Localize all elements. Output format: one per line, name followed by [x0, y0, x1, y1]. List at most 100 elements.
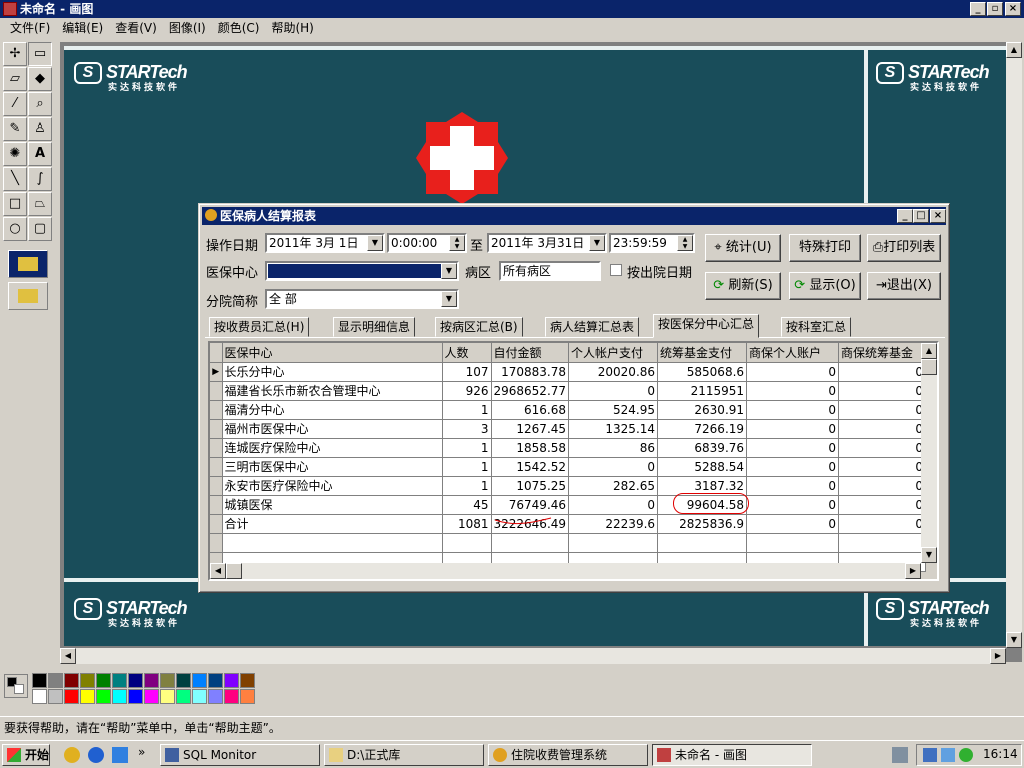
branch-select[interactable]: 全 部 ▼ — [265, 289, 459, 309]
table-cell[interactable]: 1081 — [442, 514, 492, 534]
table-cell[interactable]: 三明市医保中心 — [222, 457, 443, 477]
table-cell[interactable]: 3 — [442, 419, 492, 439]
color-swatch[interactable] — [192, 673, 207, 688]
grid-scroll-down-icon[interactable]: ▼ — [921, 547, 937, 563]
dialog-close-button[interactable]: × — [930, 209, 946, 223]
menu-edit[interactable]: 编辑(E) — [56, 19, 109, 36]
color-swatch[interactable] — [240, 673, 255, 688]
color-swatch[interactable] — [208, 689, 223, 704]
special-print-button[interactable]: 特殊打印 — [789, 234, 861, 262]
color-swatch[interactable] — [48, 689, 63, 704]
table-cell[interactable]: 0 — [838, 495, 927, 515]
table-cell[interactable]: 2825836.9 — [657, 514, 748, 534]
table-cell[interactable]: 福建省长乐市新农合管理中心 — [222, 381, 443, 401]
column-header[interactable]: 自付金额 — [491, 343, 570, 363]
close-button[interactable]: × — [1005, 2, 1021, 16]
table-cell[interactable]: 0 — [838, 476, 927, 496]
grid-scroll-left-icon[interactable]: ◀ — [210, 563, 226, 579]
table-cell[interactable]: 107 — [442, 362, 492, 382]
start-button[interactable]: 开始 — [2, 744, 50, 766]
menu-image[interactable]: 图像(I) — [163, 19, 212, 36]
table-cell[interactable]: 福清分中心 — [222, 400, 443, 420]
table-cell[interactable]: 0 — [838, 457, 927, 477]
column-header[interactable]: 商保统筹基金 — [838, 343, 927, 363]
row-indicator[interactable]: ▶ — [210, 362, 223, 382]
table-cell[interactable]: 1542.52 — [491, 457, 570, 477]
color-swatch[interactable] — [240, 689, 255, 704]
table-cell[interactable]: 0 — [746, 457, 840, 477]
row-indicator[interactable] — [210, 438, 223, 458]
color-swatch[interactable] — [208, 673, 223, 688]
table-cell[interactable]: 0 — [746, 419, 840, 439]
table-cell[interactable]: 1 — [442, 438, 492, 458]
table-cell[interactable]: 6839.76 — [657, 438, 748, 458]
summary-grid[interactable]: 医保中心 人数 自付金额 个人帐户支付 统筹基金支付 商保个人账户 商保统筹基金 ▶ 长乐分中… — [208, 341, 939, 581]
table-cell[interactable]: 0 — [838, 381, 927, 401]
taskbar-item-hospital-system[interactable]: 住院收费管理系统 — [488, 744, 648, 766]
transparent-mode-icon[interactable] — [8, 250, 48, 278]
table-cell[interactable]: 福州市医保中心 — [222, 419, 443, 439]
show-button[interactable]: ⟳ 显示(O) — [789, 272, 861, 300]
table-row[interactable]: 合计 1081 3222646.49 22239.6 2825836.9 0 0 — [210, 514, 927, 534]
date-to-picker[interactable]: 2011年 3月31日 ▼ — [487, 233, 607, 253]
row-indicator[interactable] — [210, 381, 223, 401]
grid-vscroll-track[interactable] — [921, 359, 937, 563]
color-swatch[interactable] — [80, 673, 95, 688]
free-select-icon[interactable]: ✢ — [3, 42, 27, 66]
scroll-right-icon[interactable]: ▶ — [990, 648, 1006, 664]
minimize-button[interactable]: _ — [970, 2, 986, 16]
table-cell[interactable]: 0 — [838, 514, 927, 534]
outlook-icon[interactable] — [112, 747, 128, 763]
table-cell[interactable]: 22239.6 — [568, 514, 659, 534]
taskbar-item-folder[interactable]: D:\正式库 — [324, 744, 484, 766]
rounded-rect-icon[interactable]: ▢ — [28, 217, 52, 241]
table-cell[interactable]: 连城医疗保险中心 — [222, 438, 443, 458]
table-cell[interactable]: 0 — [746, 476, 840, 496]
ellipse-icon[interactable]: ○ — [3, 217, 27, 241]
table-cell[interactable]: 0 — [838, 400, 927, 420]
tab-by-ward[interactable]: 按病区汇总(B) — [435, 317, 523, 337]
grid-scroll-thumb[interactable] — [921, 359, 937, 375]
table-cell[interactable]: 926 — [442, 381, 492, 401]
table-cell[interactable]: 282.65 — [568, 476, 659, 496]
tray-app-icon[interactable] — [941, 748, 955, 762]
table-cell[interactable]: 0 — [568, 381, 659, 401]
quicklaunch-more-icon[interactable]: » — [138, 745, 145, 759]
color-swatch[interactable] — [48, 673, 63, 688]
menu-view[interactable]: 查看(V) — [109, 19, 163, 36]
row-indicator[interactable] — [210, 514, 223, 534]
tab-by-cashier[interactable]: 按收费员汇总(H) — [209, 317, 310, 337]
color-swatch[interactable] — [112, 673, 127, 688]
dialog-maximize-button[interactable]: □ — [913, 209, 929, 223]
table-cell[interactable]: 1075.25 — [491, 476, 570, 496]
table-cell[interactable]: 0 — [568, 495, 659, 515]
table-cell[interactable]: 0 — [746, 362, 840, 382]
table-cell[interactable]: 1 — [442, 400, 492, 420]
table-row[interactable]: 三明市医保中心 1 1542.52 0 5288.54 0 0 — [210, 457, 927, 477]
tab-detail[interactable]: 显示明细信息 — [333, 317, 416, 337]
table-cell[interactable]: 0 — [746, 495, 840, 515]
color-swatch[interactable] — [96, 689, 111, 704]
table-cell[interactable] — [442, 533, 492, 553]
tray-monitor-icon[interactable] — [923, 748, 937, 762]
table-row[interactable]: ▶ 长乐分中心 107 170883.78 20020.86 585068.6 0 0 — [210, 362, 927, 382]
row-indicator[interactable] — [210, 419, 223, 439]
color-swatch[interactable] — [32, 673, 47, 688]
table-cell[interactable]: 1325.14 — [568, 419, 659, 439]
table-cell[interactable]: 0 — [746, 514, 840, 534]
menu-file[interactable]: 文件(F) — [4, 19, 56, 36]
table-cell[interactable]: 0 — [568, 457, 659, 477]
horizontal-scrollbar[interactable]: ◀ ▶ — [60, 648, 1006, 664]
rect-select-icon[interactable]: ▭ — [28, 42, 52, 66]
date-from-picker[interactable]: 2011年 3月 1日 ▼ — [265, 233, 385, 253]
row-indicator[interactable] — [210, 495, 223, 515]
table-cell[interactable]: 20020.86 — [568, 362, 659, 382]
eraser-icon[interactable]: ▱ — [3, 67, 27, 91]
vertical-scrollbar[interactable]: ▲ ▼ — [1006, 42, 1022, 648]
table-cell[interactable]: 0 — [746, 381, 840, 401]
airbrush-icon[interactable]: ✺ — [3, 142, 27, 166]
row-indicator[interactable] — [210, 476, 223, 496]
table-cell[interactable]: 0 — [838, 438, 927, 458]
tab-patient-summary[interactable]: 病人结算汇总表 — [545, 317, 640, 337]
table-cell[interactable]: 2115951 — [657, 381, 748, 401]
